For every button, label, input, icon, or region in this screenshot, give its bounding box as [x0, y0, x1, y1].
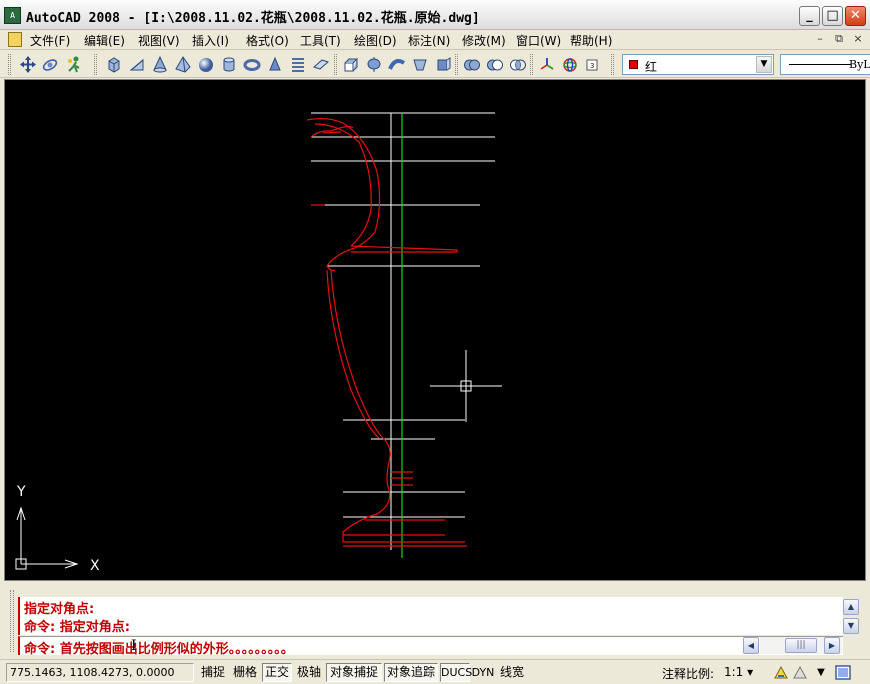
coordinate-readout[interactable]: 775.1463, 1108.4273, 0.0000	[6, 663, 194, 682]
document-icon[interactable]	[8, 32, 22, 47]
cylinder-icon[interactable]	[219, 55, 239, 74]
extrude-icon[interactable]	[341, 55, 361, 74]
layer-color-swatch	[629, 60, 638, 69]
drawing-canvas[interactable]: Y X	[5, 80, 865, 580]
menu-format[interactable]: 格式(O)	[246, 32, 289, 49]
autocad-app-icon[interactable]: A	[4, 7, 21, 24]
cone-icon[interactable]	[150, 55, 170, 74]
title-bar: A AutoCAD 2008 - [I:\2008.11.02.花瓶\2008.…	[0, 0, 870, 30]
annotation-scale-label: 注释比例:	[662, 667, 715, 681]
layer-name: 红	[645, 60, 658, 74]
ucs-x-label: X	[90, 558, 100, 574]
chevron-down-icon[interactable]: ▼	[756, 56, 772, 73]
box-icon[interactable]	[104, 55, 124, 74]
text-cursor-icon: I	[131, 638, 137, 654]
doc-close-button[interactable]: ×	[850, 32, 866, 47]
3d-align-icon[interactable]: 3	[583, 55, 603, 74]
presspull-icon[interactable]	[433, 55, 453, 74]
polar-toggle[interactable]: 极轴	[294, 663, 324, 682]
vase-outline	[306, 117, 467, 547]
snap-toggle[interactable]: 捕捉	[198, 663, 228, 682]
toolbar-grip[interactable]	[455, 54, 458, 75]
menu-dimension[interactable]: 标注(N)	[408, 32, 450, 49]
menu-bar: 文件(F) 编辑(E) 视图(V) 插入(I) 格式(O) 工具(T) 绘图(D…	[0, 30, 870, 50]
auto-scale-icon[interactable]	[791, 664, 809, 681]
scroll-right-button[interactable]: ▶	[824, 637, 840, 654]
torus-icon[interactable]	[242, 55, 262, 74]
annotation-visibility-icon[interactable]	[772, 664, 790, 681]
ucs-y-label: Y	[16, 484, 26, 500]
linetype-preview	[789, 64, 851, 65]
command-history: 指定对角点: 命令: 指定对角点:	[18, 597, 843, 635]
toolbar-grip[interactable]	[94, 54, 97, 75]
menu-window[interactable]: 窗口(W)	[516, 32, 561, 49]
layer-dropdown[interactable]: 红 ▼	[622, 54, 774, 75]
pyramid-icon[interactable]	[173, 55, 193, 74]
dyn-toggle[interactable]: DYN	[470, 663, 496, 682]
history-line: 命令: 指定对角点:	[24, 620, 130, 635]
cone2-icon[interactable]	[265, 55, 285, 74]
subtract-icon[interactable]	[485, 55, 505, 74]
status-menu-arrow-icon[interactable]: ▼	[812, 664, 830, 681]
history-scroll-down-button[interactable]: ▼	[843, 618, 859, 634]
command-window-grip[interactable]	[10, 590, 14, 652]
intersect-icon[interactable]	[508, 55, 528, 74]
pan-icon[interactable]	[18, 55, 38, 74]
maximize-button[interactable]: □	[822, 6, 843, 26]
osnap-toggle[interactable]: 对象捕捉	[326, 663, 382, 682]
3d-move-icon[interactable]	[537, 55, 557, 74]
otrack-toggle[interactable]: 对象追踪	[384, 663, 438, 682]
toolbar-grip[interactable]	[530, 54, 533, 75]
sphere-icon[interactable]	[196, 55, 216, 74]
toolbar-grip[interactable]	[334, 54, 337, 75]
menu-insert[interactable]: 插入(I)	[192, 32, 229, 49]
doc-restore-button[interactable]: ⧉	[831, 32, 847, 47]
history-line: 指定对角点:	[24, 602, 95, 617]
union-icon[interactable]	[462, 55, 482, 74]
ducs-toggle[interactable]: DUCS	[440, 663, 472, 682]
toolbar-grip[interactable]	[8, 54, 11, 75]
3d-rotate-icon[interactable]	[560, 55, 580, 74]
scroll-left-button[interactable]: ◀	[743, 637, 759, 654]
sweep-icon[interactable]	[387, 55, 407, 74]
toolbar: 3 红 ▼ ByL	[0, 51, 870, 78]
clean-screen-icon[interactable]	[834, 664, 852, 681]
window-title: AutoCAD 2008 - [I:\2008.11.02.花瓶\2008.11…	[26, 11, 480, 26]
command-window: 指定对角点: 命令: 指定对角点: ▲ ▼ 命令: 首先按图画出比例形似的外形。…	[4, 587, 866, 657]
annotation-scale-dropdown[interactable]: 1:1 ▾	[724, 665, 753, 679]
wedge-icon[interactable]	[127, 55, 147, 74]
history-scroll-up-button[interactable]: ▲	[843, 599, 859, 615]
menu-view[interactable]: 视图(V)	[138, 32, 180, 49]
ucs-icon	[15, 506, 79, 570]
menu-file[interactable]: 文件(F)	[30, 32, 70, 49]
menu-modify[interactable]: 修改(M)	[462, 32, 506, 49]
linetype-dropdown[interactable]: ByL	[780, 54, 870, 75]
lineweight-toggle[interactable]: 线宽	[497, 663, 527, 682]
revolve-icon[interactable]	[364, 55, 384, 74]
doc-minimize-button[interactable]: –	[812, 32, 828, 47]
helix-icon[interactable]	[288, 55, 308, 74]
menu-help[interactable]: 帮助(H)	[570, 32, 612, 49]
grid-toggle[interactable]: 栅格	[230, 663, 260, 682]
walk-icon[interactable]	[64, 55, 84, 74]
orbit-icon[interactable]	[40, 55, 60, 74]
toolbar-grip[interactable]	[611, 54, 614, 75]
hscroll-thumb[interactable]: |||	[785, 638, 817, 653]
status-bar: 775.1463, 1108.4273, 0.0000 捕捉 栅格 正交 极轴 …	[0, 659, 870, 684]
linetype-label: ByL	[849, 58, 870, 71]
planar-surface-icon[interactable]	[311, 55, 331, 74]
command-line[interactable]: 命令: 首先按图画出比例形似的外形。。。。。。。。。 I	[18, 636, 843, 657]
loft-icon[interactable]	[410, 55, 430, 74]
command-input[interactable]: 命令: 首先按图画出比例形似的外形。。。。。。。。。	[24, 638, 294, 657]
menu-tools[interactable]: 工具(T)	[300, 32, 341, 49]
svg-text:3: 3	[590, 62, 594, 70]
crosshair-cursor	[430, 350, 502, 422]
menu-draw[interactable]: 绘图(D)	[354, 32, 397, 49]
minimize-button[interactable]: _	[799, 6, 820, 26]
menu-edit[interactable]: 编辑(E)	[84, 32, 125, 49]
ortho-toggle[interactable]: 正交	[262, 663, 292, 682]
close-button[interactable]: ✕	[845, 6, 866, 26]
drawing-area[interactable]: Y X	[4, 79, 866, 581]
